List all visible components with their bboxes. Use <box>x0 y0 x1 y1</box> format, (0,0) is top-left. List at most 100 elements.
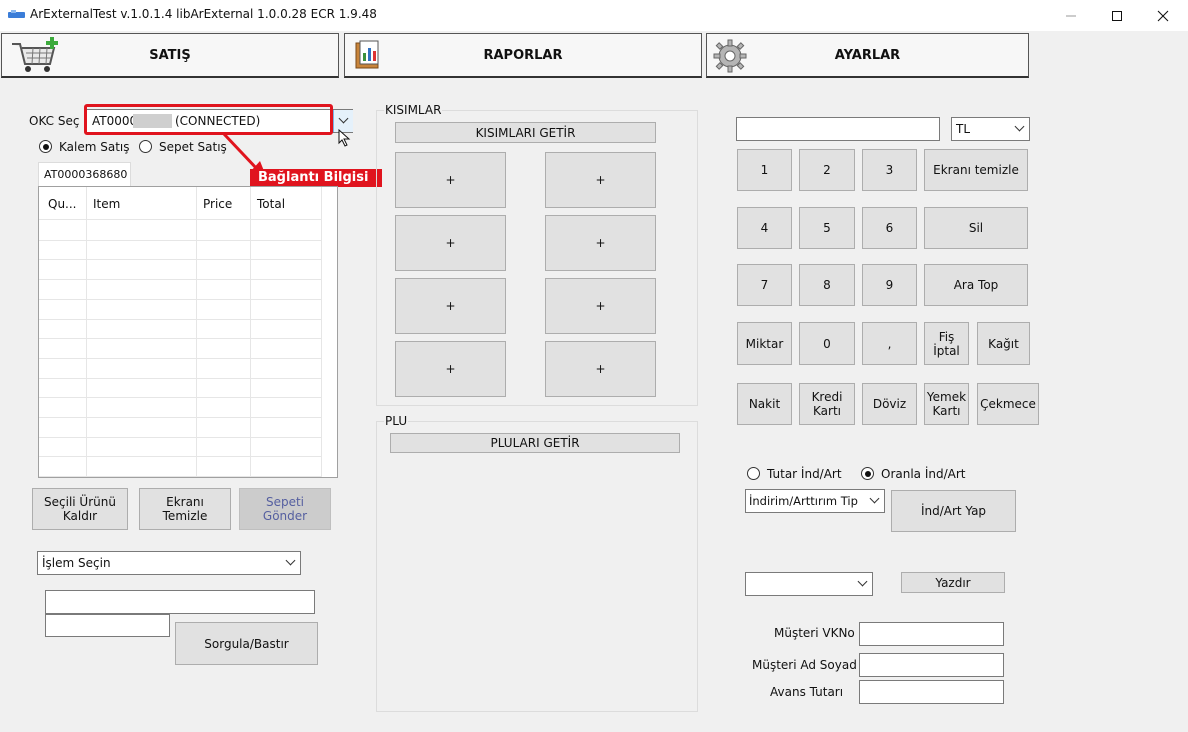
table-header: Qu... Item Price Total <box>39 187 322 220</box>
shopping-cart-icon <box>12 37 58 72</box>
discount-type-value: İndirim/Arttırım Tip <box>749 494 858 508</box>
window-title: ArExternalTest v.1.0.1.4 libArExternal 1… <box>30 7 377 21</box>
apply-discount-button[interactable]: İnd/Art Yap <box>891 490 1016 532</box>
table-row <box>39 357 322 359</box>
quantity-button[interactable]: Miktar <box>737 322 792 365</box>
tab-sales[interactable]: SATIŞ <box>1 33 339 78</box>
key-8[interactable]: 8 <box>799 264 855 306</box>
table-row <box>39 298 322 300</box>
sections-title: KISIMLAR <box>384 103 443 117</box>
customer-tax-label: Müşteri VKNo <box>774 626 855 640</box>
table-row <box>39 436 322 438</box>
query-input-2[interactable] <box>45 614 170 637</box>
rate-discount-label: Oranla İnd/Art <box>881 467 966 481</box>
comma-button[interactable]: , <box>862 322 917 365</box>
customer-tax-input[interactable] <box>859 622 1004 646</box>
tab-reports[interactable]: RAPORLAR <box>344 33 702 78</box>
customer-name-input[interactable] <box>859 653 1004 677</box>
key-4[interactable]: 4 <box>737 207 792 249</box>
table-row <box>39 417 322 418</box>
operation-select[interactable]: İşlem Seçin <box>37 551 301 575</box>
clear-display-button[interactable]: Ekranı temizle <box>924 149 1028 191</box>
tab-settings[interactable]: AYARLAR <box>706 33 1029 78</box>
title-bar: ArExternalTest v.1.0.1.4 libArExternal 1… <box>0 0 1188 31</box>
section-button-4[interactable]: + <box>545 215 656 271</box>
discount-type-select[interactable]: İndirim/Arttırım Tip <box>745 489 885 513</box>
section-button-5[interactable]: + <box>395 278 506 334</box>
radio-basket-sale[interactable] <box>139 140 152 153</box>
advance-amount-input[interactable] <box>859 680 1004 704</box>
receipt-cancel-button[interactable]: Fiş İptal <box>924 322 969 365</box>
cash-drawer-button[interactable]: Çekmece <box>977 383 1039 425</box>
meal-card-button[interactable]: Yemek Kartı <box>924 383 969 425</box>
fetch-sections-button[interactable]: KISIMLARI GETİR <box>395 122 656 143</box>
key-3[interactable]: 3 <box>862 149 917 191</box>
column-item[interactable]: Item <box>93 197 120 211</box>
section-button-6[interactable]: + <box>545 278 656 334</box>
currency-value: TL <box>956 122 971 136</box>
line-sale-label: Kalem Satış <box>59 140 130 154</box>
key-6[interactable]: 6 <box>862 207 917 249</box>
print-button[interactable]: Yazdır <box>901 572 1005 593</box>
radio-amount-discount[interactable] <box>747 467 760 480</box>
key-9[interactable]: 9 <box>862 264 917 306</box>
radio-line-sale[interactable] <box>39 140 52 153</box>
column-price[interactable]: Price <box>203 197 232 211</box>
table-row <box>39 239 322 241</box>
radio-rate-discount[interactable] <box>861 467 874 480</box>
section-button-1[interactable]: + <box>395 152 506 208</box>
print-option-select[interactable] <box>745 572 873 596</box>
chevron-down-icon <box>857 576 868 587</box>
subtotal-button[interactable]: Ara Top <box>924 264 1028 306</box>
plu-title: PLU <box>384 414 409 428</box>
send-basket-button[interactable]: Sepeti Gönder <box>239 488 331 530</box>
section-button-8[interactable]: + <box>545 341 656 397</box>
query-print-button[interactable]: Sorgula/Bastır <box>175 622 318 665</box>
customer-name-label: Müşteri Ad Soyad <box>752 658 857 672</box>
section-button-3[interactable]: + <box>395 215 506 271</box>
table-row <box>39 476 322 478</box>
key-7[interactable]: 7 <box>737 264 792 306</box>
items-table[interactable]: Qu... Item Price Total <box>38 186 338 478</box>
column-total[interactable]: Total <box>257 197 285 211</box>
delete-button[interactable]: Sil <box>924 207 1028 249</box>
remove-selected-item-button[interactable]: Seçili Ürünü Kaldır <box>32 488 128 530</box>
operation-select-value: İşlem Seçin <box>42 556 111 570</box>
foreign-currency-button[interactable]: Döviz <box>862 383 917 425</box>
chevron-down-icon <box>338 113 349 124</box>
table-row <box>39 338 322 340</box>
chevron-down-icon <box>869 493 880 504</box>
credit-card-button[interactable]: Kredi Kartı <box>799 383 855 425</box>
key-0[interactable]: 0 <box>799 322 855 365</box>
section-button-2[interactable]: + <box>545 152 656 208</box>
table-row <box>39 456 322 458</box>
maximize-icon[interactable] <box>1094 0 1140 31</box>
key-1[interactable]: 1 <box>737 149 792 191</box>
amount-discount-label: Tutar İnd/Art <box>767 467 842 481</box>
table-body <box>39 220 338 478</box>
column-quantity[interactable]: Qu... <box>48 197 77 211</box>
okc-label: OKC Seç <box>29 114 80 128</box>
key-2[interactable]: 2 <box>799 149 855 191</box>
table-row <box>39 377 322 379</box>
table-row <box>39 259 322 261</box>
close-icon[interactable] <box>1140 0 1186 31</box>
table-row <box>39 397 322 399</box>
plu-group <box>376 421 698 712</box>
query-input-1[interactable] <box>45 590 315 614</box>
device-tab[interactable]: AT0000368680 <box>38 162 131 186</box>
fetch-plu-button[interactable]: PLULARI GETİR <box>390 433 680 453</box>
paper-button[interactable]: Kağıt <box>977 322 1030 365</box>
minimize-icon[interactable] <box>1048 0 1094 31</box>
basket-sale-label: Sepet Satış <box>159 140 227 154</box>
clear-screen-button[interactable]: Ekranı Temizle <box>139 488 231 530</box>
key-5[interactable]: 5 <box>799 207 855 249</box>
connection-info-callout: Bağlantı Bilgisi <box>250 169 382 187</box>
chevron-down-icon <box>285 555 296 566</box>
highlight-box <box>84 104 333 135</box>
currency-select[interactable]: TL <box>951 117 1030 141</box>
table-row <box>39 279 322 281</box>
cash-button[interactable]: Nakit <box>737 383 792 425</box>
section-button-7[interactable]: + <box>395 341 506 397</box>
amount-display[interactable] <box>736 117 940 141</box>
